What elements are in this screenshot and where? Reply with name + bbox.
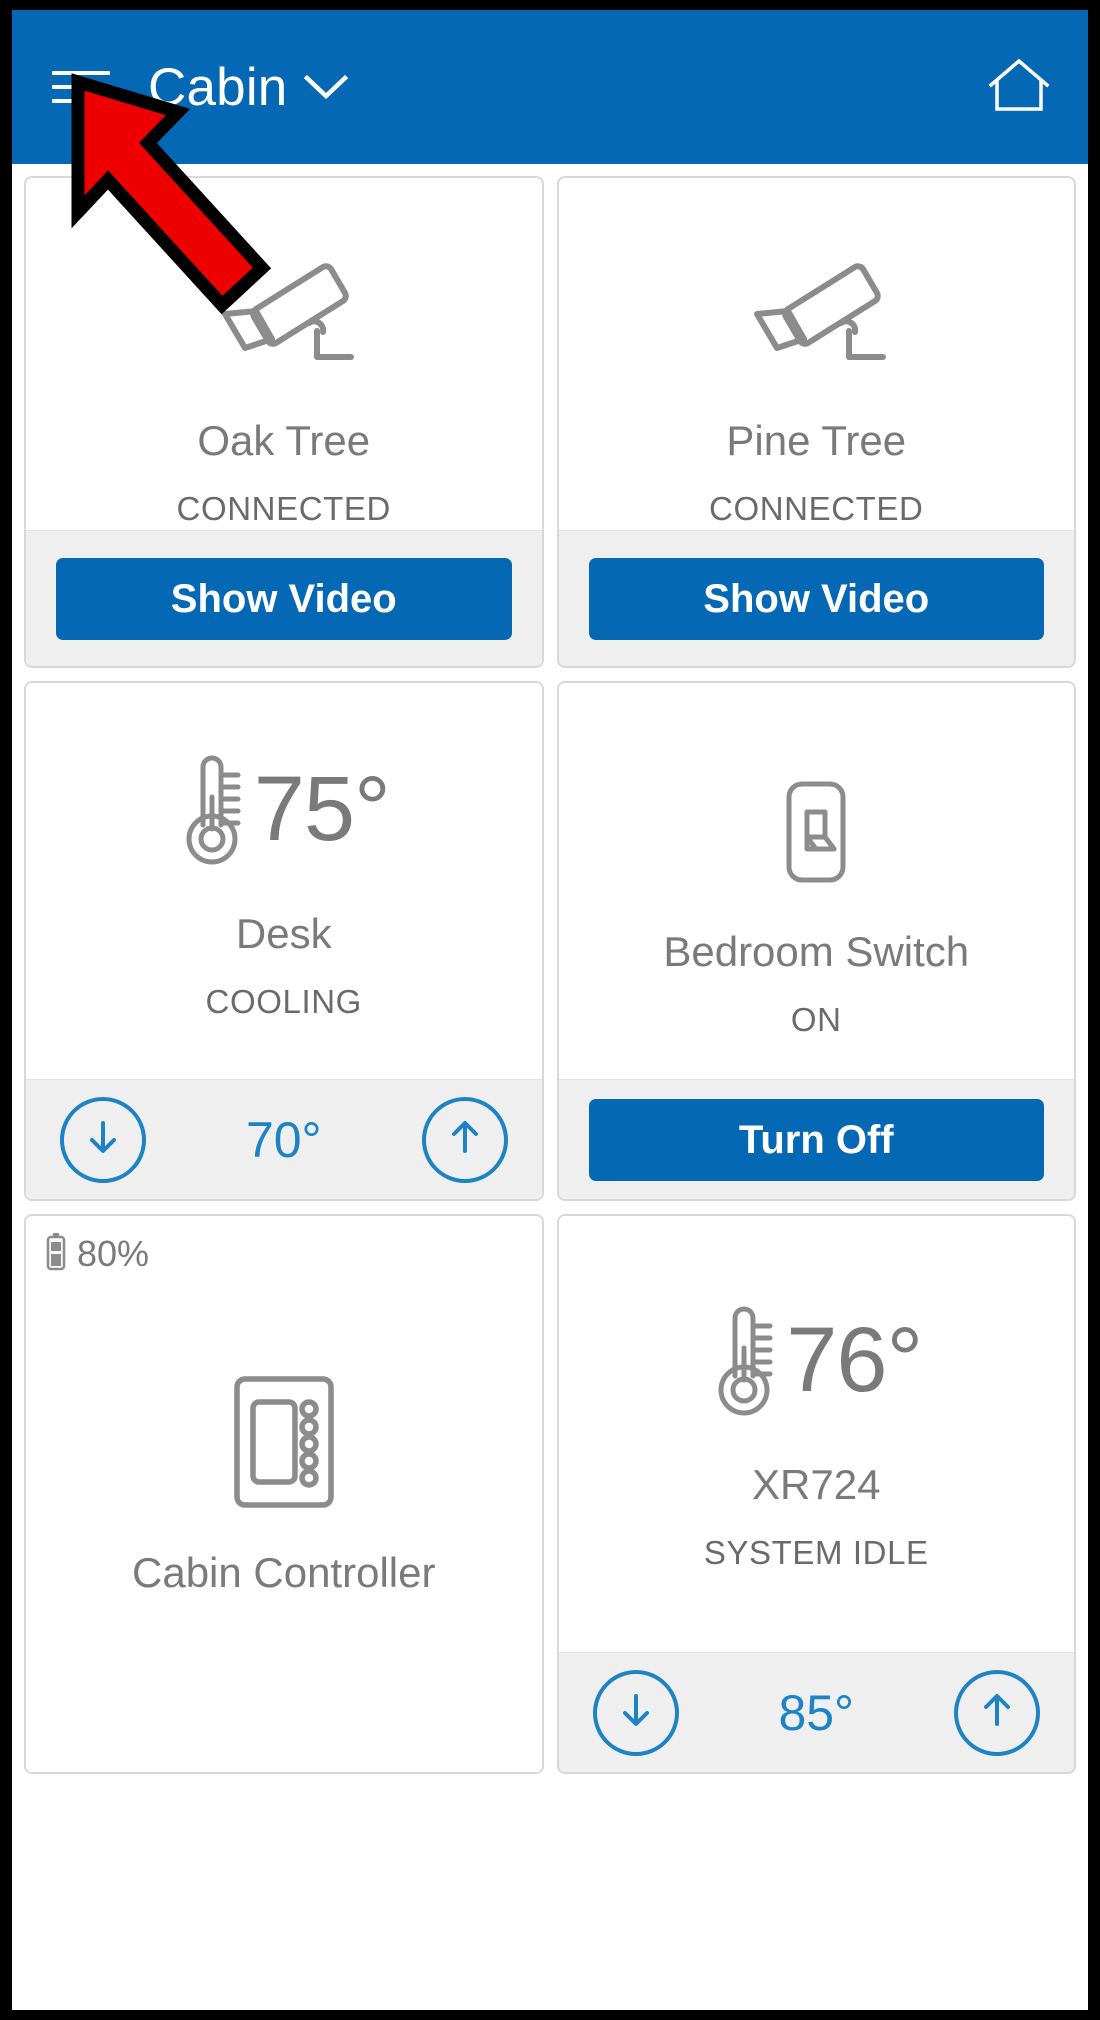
home-button[interactable] [984,52,1054,122]
security-camera-icon [731,250,901,380]
home-icon [988,57,1050,118]
card-title: Bedroom Switch [663,928,970,975]
card-title: Cabin Controller [132,1549,436,1596]
card-title: XR724 [752,1461,881,1508]
battery-icon [44,1230,68,1277]
light-switch-icon [777,779,855,885]
card-title: Pine Tree [726,417,907,464]
temperature-display: 75° [178,753,391,865]
current-temperature: 75° [253,758,391,860]
thermometer-icon [710,1304,782,1416]
current-temperature: 76° [786,1309,923,1411]
device-card-pine-tree[interactable]: Pine Tree CONNECTED Show Video [556,176,1076,668]
arrow-down-icon [614,1688,658,1737]
device-card-desk[interactable]: 75° Desk COOLING 70° [24,681,544,1201]
hamburger-bar-2 [52,85,110,89]
card-footer: Show Video [26,530,542,666]
decrease-setpoint-button[interactable] [60,1096,146,1183]
card-body: Oak Tree CONNECTED [26,178,542,530]
card-status: COOLING [205,983,362,1021]
card-body: 75° Desk COOLING [26,683,542,1079]
arrow-up-icon [443,1115,487,1164]
card-footer: 85° [558,1652,1074,1772]
setpoint-stepper: 70° [60,1096,508,1183]
arrow-up-icon [975,1688,1019,1737]
card-body: Pine Tree CONNECTED [558,178,1074,530]
device-card-cabin-controller[interactable]: 80% Cabin Controller [24,1214,544,1774]
arrow-down-icon [81,1115,125,1164]
thermometer-icon [178,753,250,865]
card-footer: Turn Off [558,1079,1074,1199]
app-window: Cabin Oak Tree CONNECTED Show Video Pine… [12,10,1088,2010]
temperature-display: 76° [710,1304,923,1416]
card-body: Bedroom Switch ON [558,683,1074,1079]
increase-setpoint-button[interactable] [421,1096,508,1183]
card-title: Desk [235,910,332,957]
card-footer: Show Video [558,530,1074,666]
battery-level-label: 80% [77,1232,150,1274]
increase-setpoint-button[interactable] [954,1669,1040,1756]
setpoint-value: 70° [245,1111,322,1168]
show-video-button[interactable]: Show Video [588,557,1044,640]
battery-status: 80% [44,1230,149,1277]
wall-controller-icon [231,1374,337,1510]
location-name-label: Cabin [148,57,288,117]
hamburger-bar-1 [52,71,110,75]
decrease-setpoint-button[interactable] [592,1669,679,1756]
card-status: SYSTEM IDLE [703,1534,929,1572]
chevron-down-icon [303,72,349,102]
card-footer: 70° [26,1079,542,1199]
card-body: 76° XR724 SYSTEM IDLE [558,1216,1074,1652]
card-status: CONNECTED [709,490,924,528]
card-body: Cabin Controller [26,1216,542,1772]
card-title: Oak Tree [197,417,371,464]
device-card-oak-tree[interactable]: Oak Tree CONNECTED Show Video [24,176,544,668]
security-camera-icon [199,250,369,380]
device-card-bedroom-switch[interactable]: Bedroom Switch ON Turn Off [556,681,1076,1201]
setpoint-stepper: 85° [592,1669,1040,1756]
dashboard-grid: Oak Tree CONNECTED Show Video Pine Tree … [12,164,1088,1774]
turn-off-button[interactable]: Turn Off [588,1098,1044,1181]
app-header: Cabin [12,10,1088,164]
card-status: ON [790,1001,842,1039]
device-card-xr724[interactable]: 76° XR724 SYSTEM IDLE 85° [556,1214,1076,1774]
show-video-button[interactable]: Show Video [56,557,512,640]
hamburger-bar-3 [52,99,110,103]
setpoint-value: 85° [778,1684,855,1741]
card-status: CONNECTED [176,490,391,528]
location-selector[interactable]: Cabin [148,61,349,114]
hamburger-menu-button[interactable] [52,65,110,109]
